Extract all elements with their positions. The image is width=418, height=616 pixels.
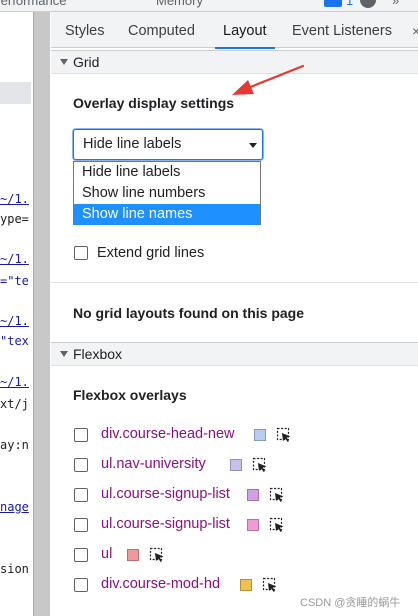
- extend-grid-lines-checkbox[interactable]: [74, 246, 88, 260]
- flexbox-section-header[interactable]: Flexbox: [51, 342, 418, 366]
- flex-overlay-checkbox[interactable]: [74, 548, 88, 562]
- select-element-icon[interactable]: [276, 427, 292, 443]
- flex-overlay-selector[interactable]: ul.course-signup-list: [101, 516, 230, 532]
- select-element-icon[interactable]: [149, 547, 165, 563]
- code-line[interactable]: ~/1.: [0, 252, 29, 266]
- devtools-toolbar: Performance Memory 1 »: [0, 0, 418, 12]
- issues-icon[interactable]: [324, 0, 342, 7]
- collapse-triangle-icon: [60, 351, 68, 357]
- gear-icon[interactable]: [360, 0, 376, 8]
- code-line[interactable]: ~/1.: [0, 375, 29, 389]
- overlay-display-select[interactable]: Hide line labels: [73, 129, 263, 160]
- flex-overlay-checkbox[interactable]: [74, 458, 88, 472]
- select-element-icon[interactable]: [252, 457, 268, 473]
- select-element-icon[interactable]: [269, 517, 285, 533]
- no-grid-layouts-message: No grid layouts found on this page: [73, 305, 304, 321]
- issues-count[interactable]: 1: [346, 0, 353, 8]
- code-line[interactable]: ~/1.: [0, 192, 29, 206]
- grid-section-title: Grid: [73, 54, 100, 70]
- flex-overlay-checkbox[interactable]: [74, 578, 88, 592]
- toolbar-tab-performance[interactable]: Performance: [0, 0, 66, 8]
- flex-overlay-checkbox[interactable]: [74, 488, 88, 502]
- overlay-color-swatch[interactable]: [127, 549, 139, 561]
- code-line[interactable]: nage: [0, 500, 29, 514]
- flex-overlay-selector[interactable]: ul.nav-university: [101, 456, 206, 472]
- code-line: ay:n: [0, 438, 29, 452]
- code-line: xt/j: [0, 397, 29, 411]
- code-line: "tex: [0, 334, 29, 348]
- elements-code-pane[interactable]: ~/1. ype= ~/1. ="te ~/1. "tex ~/1. xt/j …: [0, 12, 33, 616]
- sidebar-panel: Styles Computed Layout Event Listeners ×…: [51, 12, 418, 616]
- flex-overlay-checkbox[interactable]: [74, 428, 88, 442]
- flex-overlay-checkbox[interactable]: [74, 518, 88, 532]
- flex-overlay-selector[interactable]: div.course-mod-hd: [101, 576, 220, 592]
- flex-overlay-selector[interactable]: div.course-head-new: [101, 426, 235, 442]
- flex-overlay-selector[interactable]: ul.course-signup-list: [101, 486, 230, 502]
- option-show-line-numbers[interactable]: Show line numbers: [74, 183, 260, 204]
- code-line: sion: [0, 562, 29, 576]
- overlay-color-swatch[interactable]: [247, 489, 259, 501]
- tab-styles[interactable]: Styles: [65, 12, 105, 48]
- select-current-value: Hide line labels: [83, 136, 182, 152]
- watermark: CSDN @贪睡的蜗牛: [300, 597, 401, 609]
- tab-computed[interactable]: Computed: [128, 12, 195, 48]
- extend-grid-lines-label: Extend grid lines: [97, 245, 205, 261]
- overlay-settings-heading: Overlay display settings: [73, 95, 235, 111]
- flexbox-overlays-heading: Flexbox overlays: [73, 387, 187, 403]
- option-show-line-names[interactable]: Show line names: [74, 204, 260, 225]
- selected-line-highlight: [0, 82, 31, 104]
- sidebar-tab-bar: Styles Computed Layout Event Listeners ×: [51, 12, 418, 49]
- tab-layout[interactable]: Layout: [215, 12, 275, 49]
- collapse-triangle-icon: [60, 59, 68, 65]
- grid-section-header[interactable]: Grid: [51, 50, 418, 74]
- code-line: ="te: [0, 274, 29, 288]
- code-line[interactable]: ~/1.: [0, 314, 29, 328]
- more-tabs-icon[interactable]: »: [392, 0, 399, 8]
- option-hide-line-labels[interactable]: Hide line labels: [74, 162, 260, 183]
- code-line: ype=: [0, 212, 29, 226]
- flex-overlay-selector[interactable]: ul: [101, 546, 112, 562]
- overlay-display-options[interactable]: Hide line labels Show line numbers Show …: [73, 161, 261, 225]
- overlay-color-swatch[interactable]: [230, 459, 242, 471]
- pane-splitter[interactable]: [33, 12, 50, 616]
- select-element-icon[interactable]: [269, 487, 285, 503]
- tab-event-listeners[interactable]: Event Listeners: [292, 12, 392, 48]
- chevron-down-icon: [249, 143, 257, 148]
- flexbox-section-title: Flexbox: [73, 346, 123, 362]
- overlay-color-swatch[interactable]: [240, 579, 252, 591]
- toolbar-tab-memory[interactable]: Memory: [156, 0, 203, 8]
- divider: [51, 282, 418, 283]
- overlay-color-swatch[interactable]: [254, 429, 266, 441]
- select-element-icon[interactable]: [262, 577, 278, 593]
- overlay-color-swatch[interactable]: [247, 519, 259, 531]
- tabs-overflow-icon[interactable]: ×: [412, 12, 418, 48]
